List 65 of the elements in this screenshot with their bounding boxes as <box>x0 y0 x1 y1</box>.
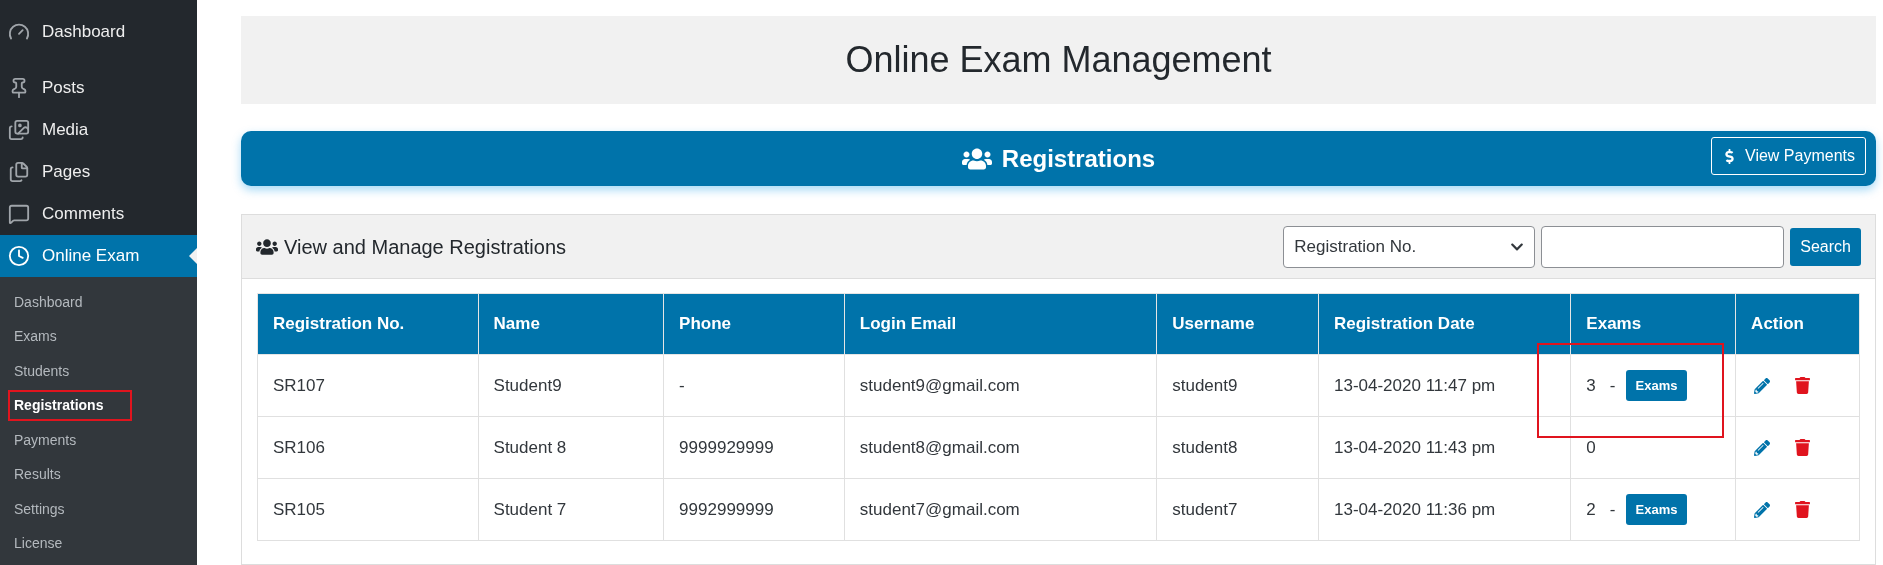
submenu-item[interactable]: Dashboard <box>8 286 89 318</box>
table-cell: SR107 <box>257 354 479 417</box>
edit-icon[interactable] <box>1754 377 1771 394</box>
edit-icon[interactable] <box>1754 501 1771 518</box>
sidebar-menu-item[interactable]: Comments <box>0 193 197 235</box>
sidebar-menu-item[interactable]: Posts <box>0 67 197 109</box>
submenu-item[interactable]: Settings <box>8 493 71 525</box>
page-title: Online Exam Management <box>845 38 1272 82</box>
pages-icon <box>8 161 30 183</box>
table-cell: SR106 <box>257 416 479 479</box>
table-cell: student7 <box>1156 478 1319 541</box>
column-header: Registration No. <box>257 293 479 355</box>
column-header: Login Email <box>844 293 1157 355</box>
separator-text: - <box>1609 498 1616 521</box>
table-cell: Student9 <box>478 354 664 417</box>
sidebar-menu-item[interactable]: Online Exam <box>0 235 197 277</box>
submenu-item[interactable]: Students <box>8 355 76 387</box>
table-cell: student8 <box>1156 416 1319 479</box>
column-header: Action <box>1735 293 1860 355</box>
search-button[interactable]: Search <box>1790 227 1861 266</box>
delete-icon[interactable] <box>1794 501 1812 518</box>
delete-icon[interactable] <box>1794 377 1812 394</box>
exam-count: 0 <box>1586 436 1596 459</box>
sidebar-menu-item[interactable]: Pages <box>0 151 197 193</box>
submenu-item[interactable]: Exams <box>8 321 63 353</box>
column-header: Exams <box>1570 293 1736 355</box>
table-cell: student7@gmail.com <box>844 478 1157 541</box>
table-cell: - <box>663 354 845 417</box>
media-icon <box>8 119 30 141</box>
table-cell: SR105 <box>257 478 479 541</box>
column-header: Registration Date <box>1318 293 1571 355</box>
panel-title: View and Manage Registrations <box>284 234 567 260</box>
submenu-item[interactable]: Registrations <box>8 390 132 422</box>
sidebar-menu-item[interactable]: Dashboard <box>0 11 197 53</box>
separator-text: - <box>1609 374 1616 397</box>
exams-button[interactable]: Exams <box>1625 493 1688 526</box>
menu-arrow-icon <box>189 248 197 264</box>
table-cell: Student 8 <box>478 416 664 479</box>
exam-count: 3 <box>1586 374 1596 397</box>
filter-select[interactable]: Registration No. <box>1283 225 1536 268</box>
table-cell: 13-04-2020 11:36 pm <box>1318 478 1571 541</box>
view-payments-button[interactable]: View Payments <box>1711 137 1866 175</box>
submenu-item[interactable]: License <box>8 528 69 560</box>
clock-icon <box>8 245 30 267</box>
table-cell: Student 7 <box>478 478 664 541</box>
edit-icon[interactable] <box>1754 439 1771 456</box>
exam-count: 2 <box>1586 498 1596 521</box>
sidebar-menu-item[interactable]: Media <box>0 109 197 151</box>
column-header: Username <box>1156 293 1319 355</box>
comment-icon <box>8 203 30 225</box>
search-field[interactable] <box>1541 225 1785 268</box>
column-header: Phone <box>663 293 845 355</box>
submenu-item[interactable]: Results <box>8 459 67 491</box>
table-cell: student9@gmail.com <box>844 354 1157 417</box>
submenu-item[interactable]: Payments <box>8 424 83 456</box>
table-cell: 9999929999 <box>663 416 845 479</box>
table-cell: student8@gmail.com <box>844 416 1157 479</box>
banner-title: Registrations <box>1001 143 1156 174</box>
table-cell: student9 <box>1156 354 1319 417</box>
table-cell: 9992999999 <box>663 478 845 541</box>
column-header: Name <box>478 293 664 355</box>
table-cell: 13-04-2020 11:43 pm <box>1318 416 1571 479</box>
table-cell: 13-04-2020 11:47 pm <box>1318 354 1571 417</box>
exams-button[interactable]: Exams <box>1625 369 1688 402</box>
delete-icon[interactable] <box>1794 439 1812 456</box>
